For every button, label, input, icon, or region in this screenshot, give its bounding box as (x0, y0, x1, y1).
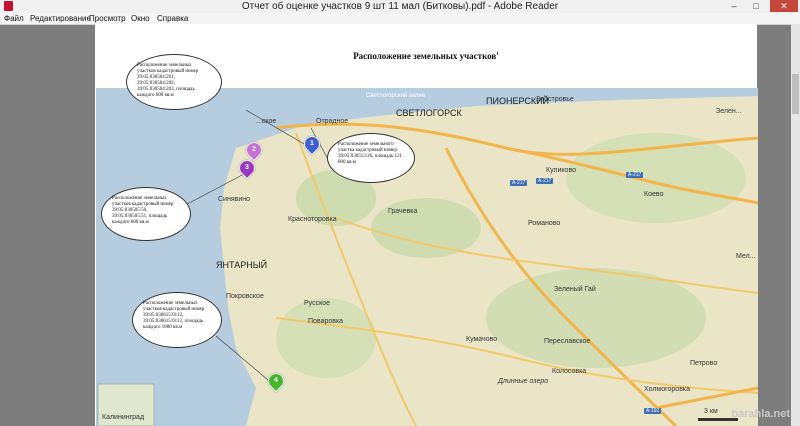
marker-number: 4 (274, 377, 278, 384)
place-romanovo: Романово (528, 220, 561, 227)
minimize-button[interactable]: – (723, 0, 745, 12)
close-button[interactable]: ✕ (770, 0, 798, 12)
place-dlinnoe: Длинные озеро (498, 378, 549, 385)
place-sinyavino: Синявино (218, 196, 251, 203)
place-grachevka: Грачевка (388, 208, 418, 215)
place-krasnotorovka: Красноторовка (288, 216, 337, 223)
sea-label: Светлогорский залив (366, 93, 425, 99)
watermark: barahla.net (731, 408, 790, 420)
footnote-mark: 1 (496, 52, 499, 57)
place-pokrovskoe: Покровское (226, 293, 264, 300)
place-kholmogorovka: Холмогоровка (644, 386, 691, 393)
place-kulikovo: Куликово (546, 167, 576, 174)
forest-area (486, 268, 706, 368)
maximize-button[interactable]: □ (745, 0, 767, 12)
marker-number: 1 (310, 140, 314, 147)
place-zaostrovye: Заостровье (536, 96, 574, 103)
place-kaliningrad: Калининград (102, 414, 145, 421)
window-title: Отчет об оценке участков 9 шт 11 мал (Би… (241, 1, 559, 12)
place-povarovka: Поваровка (308, 318, 344, 325)
place-zeleny-gay: Зеленый Гай (554, 286, 596, 293)
scale-label: 3 км (704, 408, 718, 415)
place-kumachovo: Кумачово (466, 336, 498, 343)
marker-number: 3 (245, 164, 249, 171)
window-titlebar: Отчет об оценке участков 9 шт 11 мал (Би… (0, 0, 800, 13)
marker-number: 2 (252, 146, 256, 153)
menu-edit[interactable]: Редактирование (30, 13, 91, 24)
menu-help[interactable]: Справка (157, 13, 188, 24)
menu-window[interactable]: Окно (131, 13, 150, 24)
callout-parcels-4: Расположение земельных участков кадастро… (132, 292, 222, 348)
place-svetlogorsk: СВЕТЛОГОРСК (396, 108, 462, 118)
place-primorye: ...ское (256, 118, 277, 125)
menu-file[interactable]: Файл (4, 13, 24, 24)
scrollbar-thumb[interactable] (792, 74, 799, 114)
road-badge: A-217 (510, 180, 528, 186)
road-badge: A-217 (536, 178, 554, 184)
menu-view[interactable]: Просмотр (89, 13, 126, 24)
heading-text: Расположение земельных участков (353, 51, 497, 61)
callout-parcels-2: Расположение земельных участков кадастро… (126, 54, 222, 110)
place-yantarny: ЯНТАРНЫЙ (216, 260, 268, 270)
place-kolosovka: Колосовка (552, 368, 587, 375)
place-otradnoe: Отрадное (316, 118, 349, 125)
forest-area (276, 298, 376, 378)
map-drawing (96, 88, 758, 426)
place-zelen: Зелен... (716, 108, 742, 115)
callout-parcel-1: Расположение земельного участка кадастро… (327, 133, 415, 183)
place-mel: Мел... (736, 253, 756, 260)
callout-parcels-3: Расположение земельных участков кадастро… (101, 187, 191, 241)
place-petrovo: Петрово (690, 360, 718, 367)
forest-area (371, 198, 481, 258)
road-badge: A-217 (626, 172, 644, 178)
map-image: Светлогорский залив СВЕТЛОГОРСК ПИОНЕРСК… (96, 88, 758, 426)
vertical-scrollbar[interactable] (791, 24, 800, 426)
pdf-page: Расположение земельных участков1 Светлог… (95, 24, 758, 426)
road-badge: A-192 (644, 408, 662, 414)
place-pereslavskoe: Переславское (544, 338, 591, 345)
place-koevo: Коевo (644, 191, 664, 198)
place-russkoe: Русское (304, 300, 331, 307)
